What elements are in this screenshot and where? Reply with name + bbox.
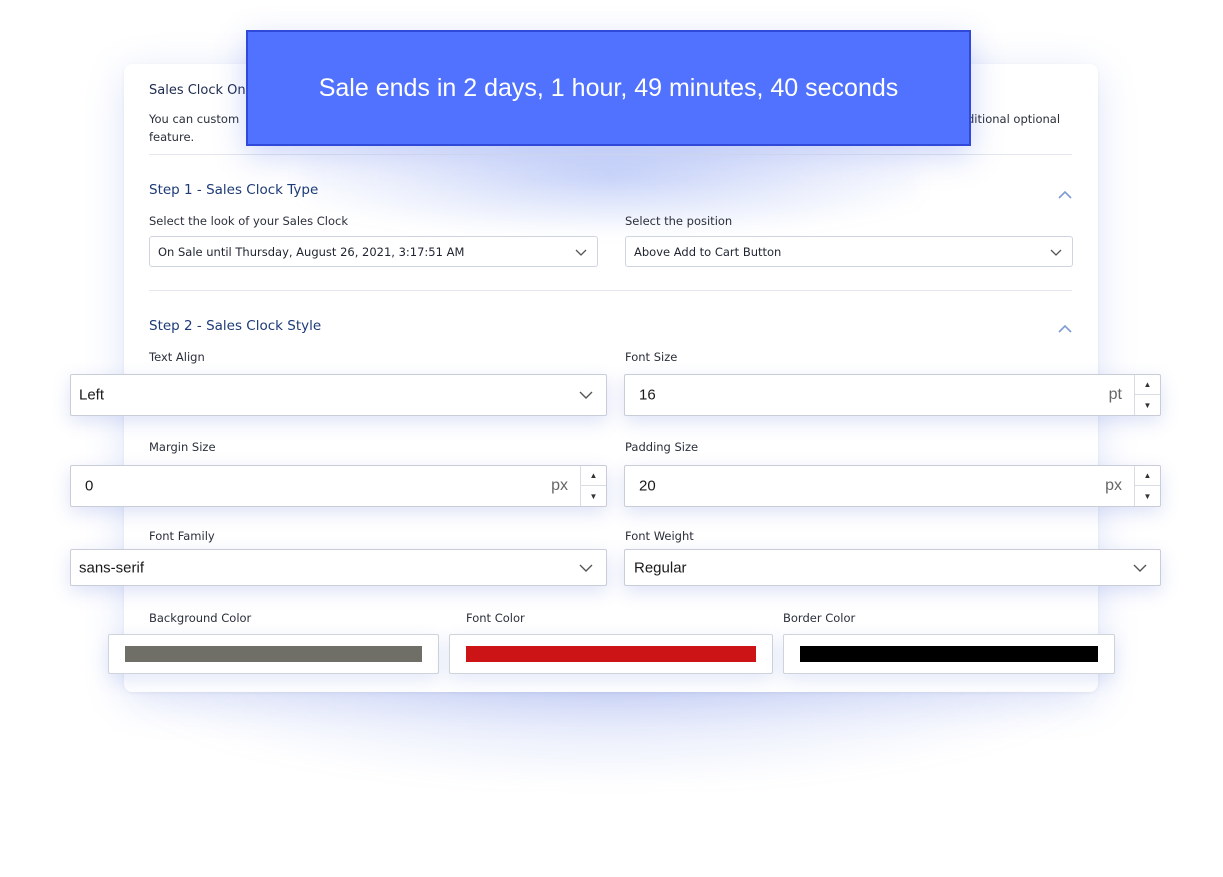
chevron-down-icon	[1133, 564, 1147, 572]
triangle-down-icon: ▼	[589, 491, 598, 501]
divider	[149, 154, 1072, 155]
font-family-select[interactable]: sans-serif	[70, 549, 607, 586]
increment-button[interactable]: ▲	[1135, 466, 1160, 486]
decrement-button[interactable]: ▼	[1135, 395, 1160, 415]
text-align-value: Left	[79, 386, 105, 404]
margin-size-value: 0	[85, 477, 94, 495]
chevron-up-icon[interactable]	[1058, 188, 1072, 202]
chevron-down-icon	[579, 391, 593, 399]
font-weight-select[interactable]: Regular	[624, 549, 1161, 586]
increment-button[interactable]: ▲	[1135, 375, 1160, 395]
font-size-value: 16	[639, 386, 656, 404]
margin-size-unit: px	[551, 477, 568, 494]
padding-size-input[interactable]: 20 px ▲ ▼	[624, 465, 1161, 507]
look-select[interactable]: On Sale until Thursday, August 26, 2021,…	[149, 236, 598, 267]
text-align-select[interactable]: Left	[70, 374, 607, 416]
padding-size-unit: px	[1105, 477, 1122, 494]
position-select[interactable]: Above Add to Cart Button	[625, 236, 1073, 267]
margin-size-label: Margin Size	[149, 440, 216, 454]
font-size-unit: pt	[1108, 386, 1122, 403]
look-label: Select the look of your Sales Clock	[149, 214, 349, 228]
sales-clock-banner: Sale ends in 2 days, 1 hour, 49 minutes,…	[246, 30, 971, 146]
background-color-label: Background Color	[149, 611, 252, 625]
decrement-button[interactable]: ▼	[581, 486, 606, 506]
font-family-value: sans-serif	[79, 559, 145, 576]
font-size-stepper: ▲ ▼	[1134, 375, 1160, 415]
font-size-label: Font Size	[625, 350, 678, 364]
banner-text: Sale ends in 2 days, 1 hour, 49 minutes,…	[318, 73, 899, 102]
triangle-up-icon: ▲	[1143, 471, 1152, 480]
font-weight-value: Regular	[634, 559, 687, 576]
chevron-down-icon	[1050, 249, 1062, 256]
border-color-picker[interactable]	[783, 634, 1115, 674]
text-align-label: Text Align	[149, 350, 205, 364]
position-label: Select the position	[625, 214, 733, 228]
background-color-swatch	[125, 646, 422, 662]
step1-title: Step 1 - Sales Clock Type	[149, 182, 319, 198]
background-color-picker[interactable]	[108, 634, 439, 674]
intro-text-end: ditional optional	[967, 112, 1061, 126]
intro-text-start: You can custom	[149, 112, 240, 126]
triangle-up-icon: ▲	[589, 471, 598, 480]
chevron-down-icon	[579, 564, 593, 572]
triangle-down-icon: ▼	[1143, 400, 1152, 410]
margin-size-input[interactable]: 0 px ▲ ▼	[70, 465, 607, 507]
intro-title: Sales Clock On	[149, 83, 246, 98]
divider	[149, 290, 1072, 291]
step2-title: Step 2 - Sales Clock Style	[149, 318, 322, 334]
triangle-up-icon: ▲	[1143, 380, 1152, 389]
increment-button[interactable]: ▲	[581, 466, 606, 486]
font-color-picker[interactable]	[449, 634, 773, 674]
font-color-label: Font Color	[466, 611, 525, 625]
border-color-swatch	[800, 646, 1098, 662]
margin-size-stepper: ▲ ▼	[580, 466, 606, 506]
padding-size-label: Padding Size	[625, 440, 699, 454]
font-family-label: Font Family	[149, 529, 215, 543]
intro-text-line2: feature.	[149, 130, 195, 144]
triangle-down-icon: ▼	[1143, 491, 1152, 501]
font-weight-label: Font Weight	[625, 529, 694, 543]
border-color-label: Border Color	[783, 611, 856, 625]
chevron-up-icon[interactable]	[1058, 322, 1072, 336]
font-size-input[interactable]: 16 pt ▲ ▼	[624, 374, 1161, 416]
decrement-button[interactable]: ▼	[1135, 486, 1160, 506]
look-value: On Sale until Thursday, August 26, 2021,…	[158, 244, 465, 259]
chevron-down-icon	[575, 249, 587, 256]
font-color-swatch	[466, 646, 756, 662]
padding-size-stepper: ▲ ▼	[1134, 466, 1160, 506]
position-value: Above Add to Cart Button	[634, 244, 782, 259]
padding-size-value: 20	[639, 477, 656, 495]
